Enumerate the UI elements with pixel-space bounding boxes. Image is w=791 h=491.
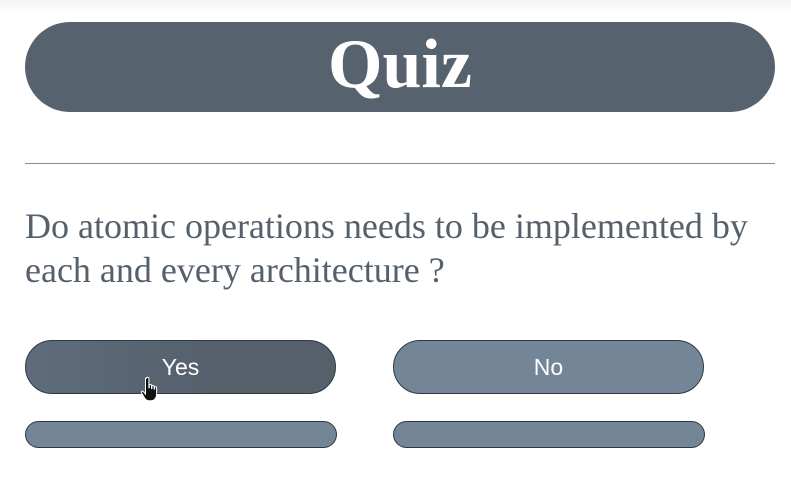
answer-no-label: No xyxy=(533,353,564,380)
answer-no-button[interactable]: No xyxy=(393,340,704,394)
question-text: Do atomic operations needs to be impleme… xyxy=(25,206,748,290)
top-fade xyxy=(0,0,791,14)
answer-yes-label: Yes xyxy=(161,353,200,380)
hand-pointer-icon xyxy=(140,376,158,402)
answer-yes-button[interactable]: Yes xyxy=(25,340,336,394)
empty-answer-slot-right[interactable] xyxy=(393,421,705,448)
empty-answer-slot-left[interactable] xyxy=(25,421,337,448)
quiz-title: Quiz xyxy=(328,26,472,103)
quiz-header: Quiz xyxy=(25,22,775,112)
divider xyxy=(25,163,775,164)
